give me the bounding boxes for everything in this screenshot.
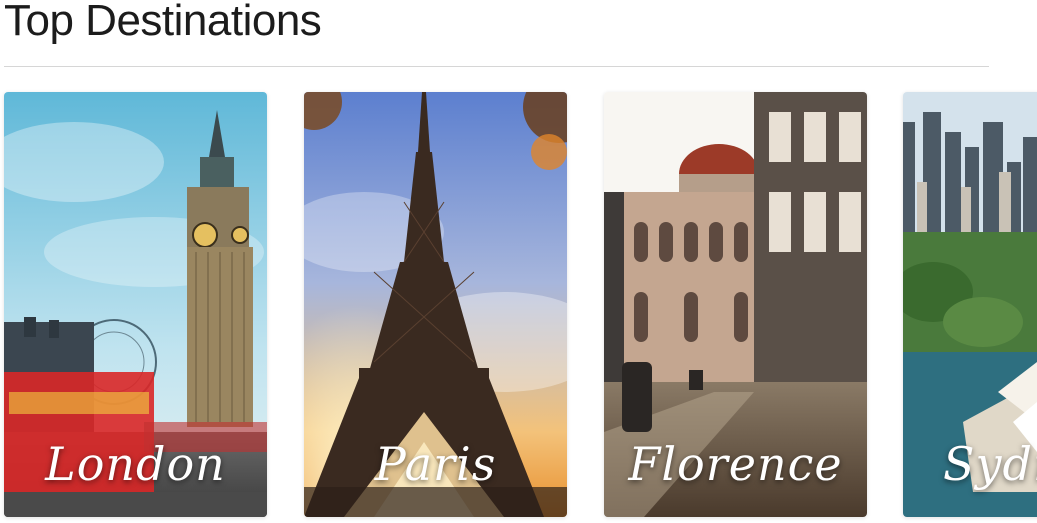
destination-card-paris[interactable]: Paris: [304, 92, 567, 517]
destination-label: London: [45, 437, 226, 491]
destination-card-london[interactable]: London: [4, 92, 267, 517]
destination-label: Sydney: [943, 437, 1037, 491]
destination-label: Florence: [628, 437, 843, 491]
destination-card-sydney[interactable]: Sydney: [903, 92, 1037, 517]
section-title: Top Destinations: [4, 0, 322, 45]
section-divider: [4, 66, 989, 67]
destination-card-florence[interactable]: Florence: [604, 92, 867, 517]
top-destinations-section: Top Destinations London Paris Florence S…: [0, 0, 1037, 523]
destination-label: Paris: [374, 437, 497, 491]
